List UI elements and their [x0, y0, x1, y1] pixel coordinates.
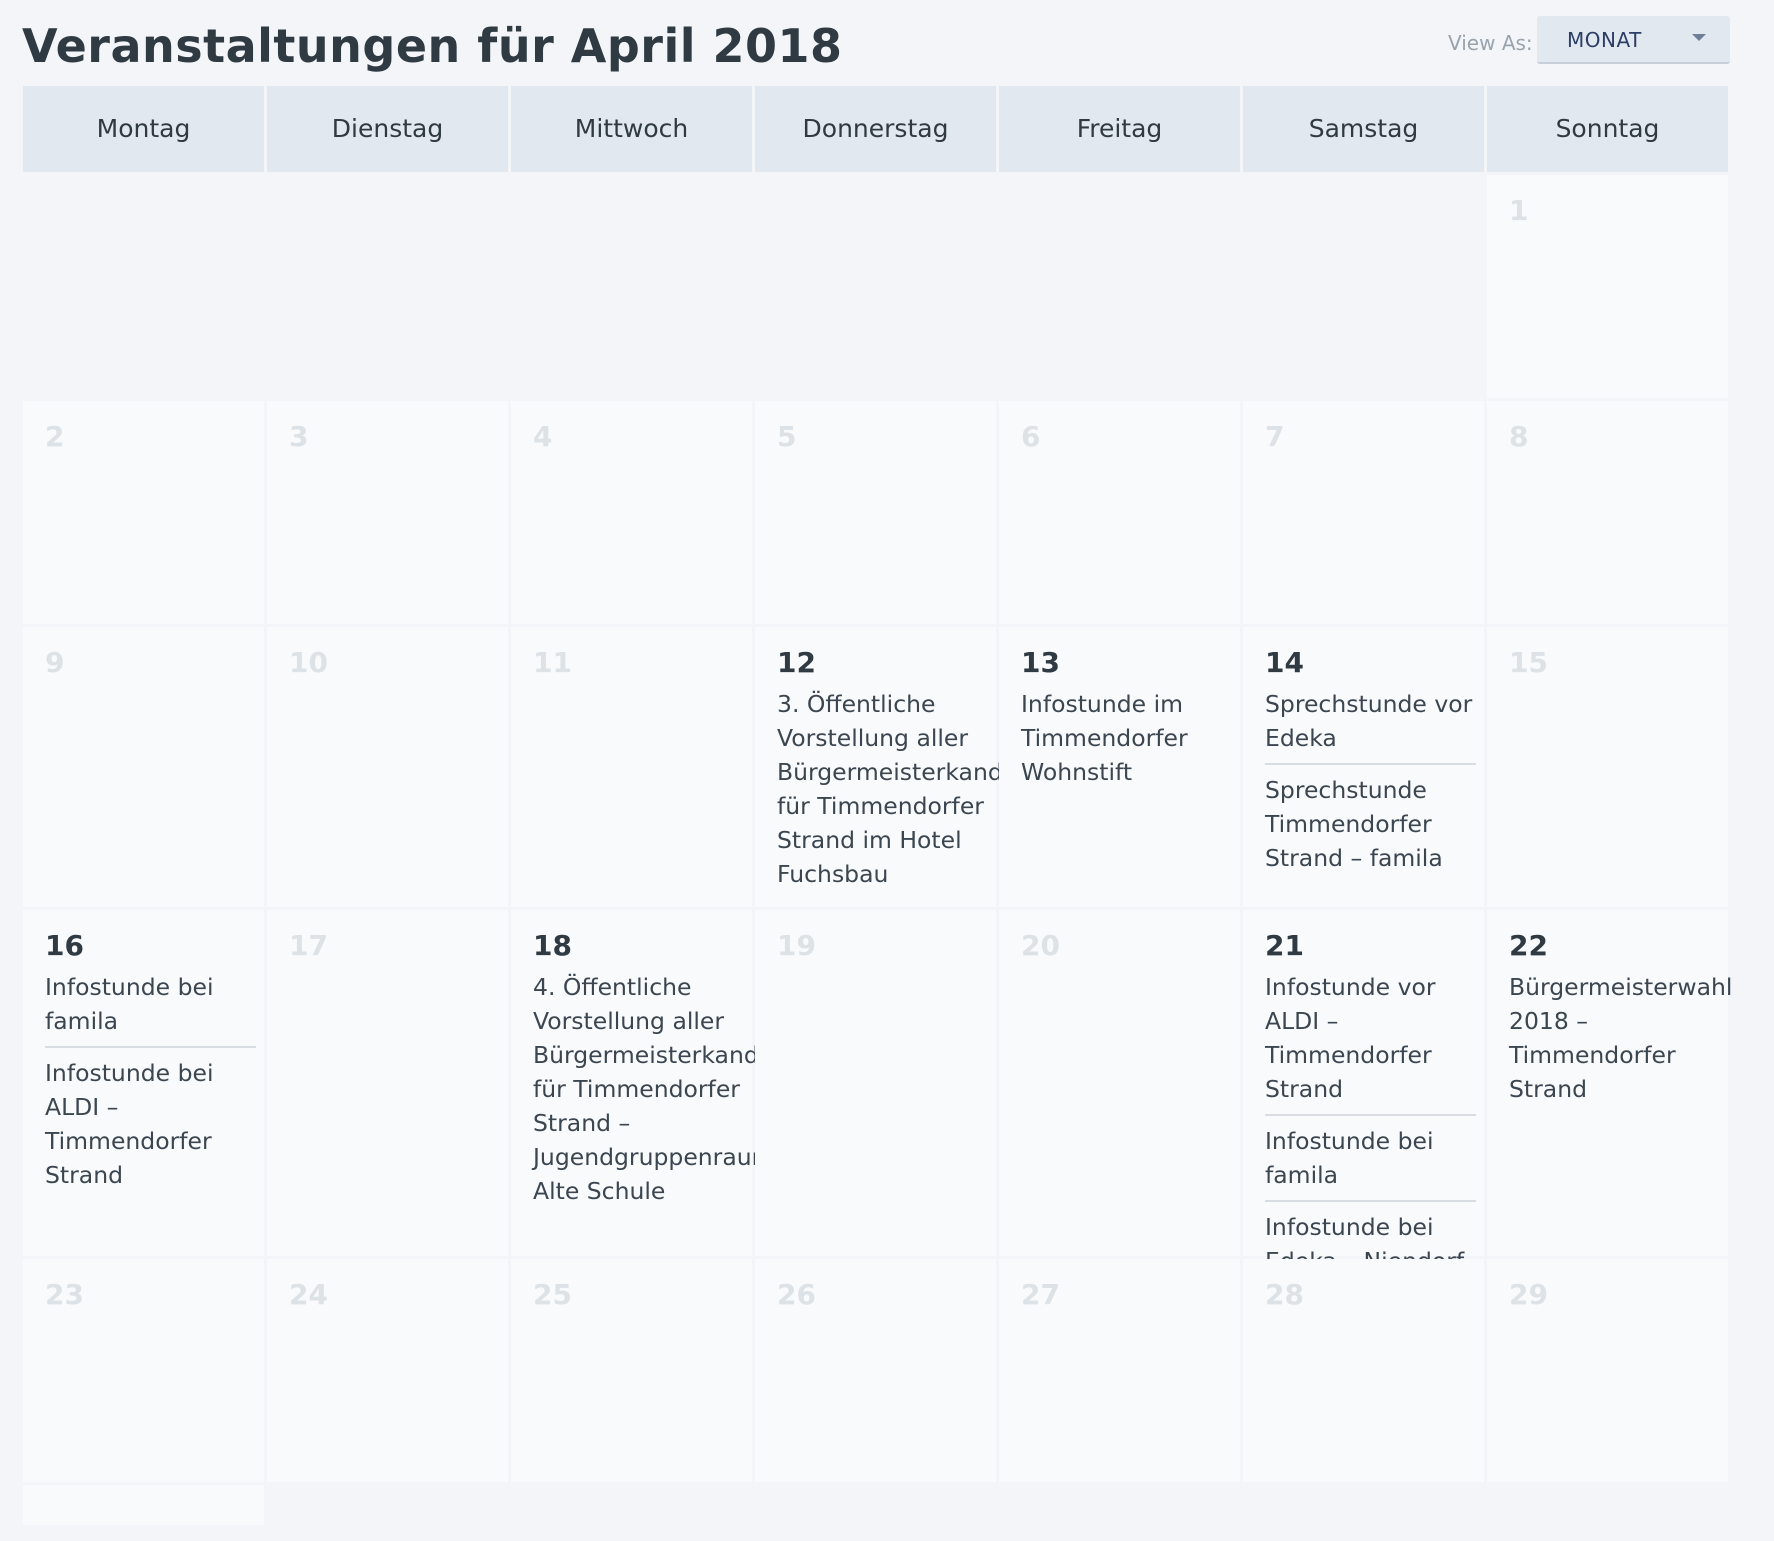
day-cell[interactable] [23, 1485, 264, 1525]
day-cell-27[interactable]: 27 [999, 1259, 1240, 1482]
weekday-freitag: Freitag [999, 86, 1240, 172]
day-number: 28 [1265, 1278, 1304, 1311]
weekday-donnerstag: Donnerstag [755, 86, 996, 172]
day-number[interactable]: 18 [533, 930, 744, 966]
day-cell-24[interactable]: 24 [267, 1259, 508, 1482]
event-link[interactable]: Infostunde vor ALDI – Timmendorfer Stran… [1265, 970, 1476, 1116]
event-list: Infostunde im Timmendorfer Wohnstift [1021, 687, 1232, 797]
weekday-montag: Montag [23, 86, 264, 172]
day-number[interactable]: 21 [1265, 930, 1476, 966]
day-cell-8[interactable]: 8 [1487, 401, 1728, 624]
day-number: 23 [45, 1278, 84, 1311]
day-number: 1 [1509, 194, 1529, 227]
day-cell-6[interactable]: 6 [999, 401, 1240, 624]
event-link[interactable]: Infostunde bei famila [1265, 1124, 1476, 1202]
day-cell-17[interactable]: 17 [267, 910, 508, 1256]
day-number: 4 [533, 420, 553, 453]
day-number: 19 [777, 929, 816, 962]
day-number: 8 [1509, 420, 1529, 453]
day-cell-10[interactable]: 10 [267, 627, 508, 907]
event-link[interactable]: Bürgermeisterwahl 2018 – Timmendorfer St… [1509, 970, 1732, 1114]
view-as-label: View As: [1448, 31, 1533, 55]
day-number: 7 [1265, 420, 1285, 453]
weekday-mittwoch: Mittwoch [511, 86, 752, 172]
day-number: 5 [777, 420, 797, 453]
day-cell-13[interactable]: 13 Infostunde im Timmendorfer Wohnstift [999, 627, 1240, 907]
day-number: 2 [45, 420, 65, 453]
weekday-header-row: Montag Dienstag Mittwoch Donnerstag Frei… [23, 86, 1731, 172]
event-list: Infostunde vor ALDI – Timmendorfer Stran… [1265, 970, 1476, 1286]
day-cell-21[interactable]: 21 Infostunde vor ALDI – Timmendorfer Str… [1243, 910, 1484, 1275]
event-link[interactable]: Sprechstunde Timmendorfer Strand – famil… [1265, 773, 1476, 883]
day-cell-18[interactable]: 18 4. Öffentliche Vorstellung aller Bürge… [511, 910, 833, 1256]
event-list: Bürgermeisterwahl 2018 – Timmendorfer St… [1509, 970, 1732, 1114]
day-number [45, 1505, 256, 1541]
day-cell-28[interactable]: 28 [1243, 1259, 1484, 1482]
day-number: 9 [45, 646, 65, 679]
day-number: 27 [1021, 1278, 1060, 1311]
day-number: 25 [533, 1278, 572, 1311]
day-cell-19[interactable]: 19 [755, 910, 996, 1256]
day-cell-2[interactable]: 2 [23, 401, 264, 624]
day-number: 26 [777, 1278, 816, 1311]
day-cell-14[interactable]: 14 Sprechstunde vor Edeka Sprechstunde Tim… [1243, 627, 1484, 907]
chevron-down-icon [1692, 34, 1706, 41]
event-list: 4. Öffentliche Vorstellung aller Bürgerm… [533, 970, 833, 1216]
day-number[interactable]: 16 [45, 930, 256, 966]
day-number[interactable]: 14 [1265, 647, 1476, 683]
day-cell-5[interactable]: 5 [755, 401, 996, 624]
day-cell-16[interactable]: 16 Infostunde bei famila Infostunde bei AL… [23, 910, 264, 1256]
day-cell-3[interactable]: 3 [267, 401, 508, 624]
view-select-value: MONAT [1567, 28, 1642, 52]
day-cell-22[interactable]: 22 Bürgermeisterwahl 2018 – Timmendorfer … [1487, 910, 1732, 1256]
day-cell-4[interactable]: 4 [511, 401, 752, 624]
day-number: 29 [1509, 1278, 1548, 1311]
event-link[interactable]: Infostunde bei ALDI – Timmendorfer Stran… [45, 1056, 256, 1200]
weekday-dienstag: Dienstag [267, 86, 508, 172]
view-select-dropdown[interactable]: MONAT [1537, 16, 1730, 64]
day-number: 24 [289, 1278, 328, 1311]
day-number: 15 [1509, 646, 1548, 679]
day-number: 11 [533, 646, 572, 679]
event-list: Sprechstunde vor Edeka Sprechstunde Timme… [1265, 687, 1476, 883]
day-number: 20 [1021, 929, 1060, 962]
day-cell-29[interactable]: 29 [1487, 1259, 1728, 1482]
day-cell-25[interactable]: 25 [511, 1259, 752, 1482]
day-cell-20[interactable]: 20 [999, 910, 1240, 1256]
day-cell-1[interactable]: 1 [1487, 175, 1728, 398]
day-number: 10 [289, 646, 328, 679]
day-cell-9[interactable]: 9 [23, 627, 264, 907]
day-number[interactable]: 12 [777, 647, 988, 683]
weekday-samstag: Samstag [1243, 86, 1484, 172]
day-number: 3 [289, 420, 309, 453]
day-number[interactable]: 22 [1509, 930, 1720, 966]
day-cell-23[interactable]: 23 [23, 1259, 264, 1482]
day-number: 6 [1021, 420, 1041, 453]
event-list: 3. Öffentliche Vorstellung aller Bürgerm… [777, 687, 1077, 899]
day-cell-12[interactable]: 12 3. Öffentliche Vorstellung aller Bürge… [755, 627, 1077, 907]
calendar-grid: 1 2 3 4 5 6 7 8 9 10 11 12 3. Öffentliche Vorstellun… [23, 175, 1732, 1525]
weekday-sonntag: Sonntag [1487, 86, 1728, 172]
day-cell-11[interactable]: 11 [511, 627, 752, 907]
day-number[interactable]: 13 [1021, 647, 1232, 683]
day-cell-26[interactable]: 26 [755, 1259, 996, 1482]
event-link[interactable]: Sprechstunde vor Edeka [1265, 687, 1476, 765]
event-link[interactable]: Infostunde im Timmendorfer Wohnstift [1021, 687, 1232, 797]
event-link[interactable]: Infostunde bei famila [45, 970, 256, 1048]
day-cell-15[interactable]: 15 [1487, 627, 1728, 907]
day-cell-7[interactable]: 7 [1243, 401, 1484, 624]
day-number: 17 [289, 929, 328, 962]
page-title: Veranstaltungen für April 2018 [22, 19, 843, 73]
event-list: Infostunde bei famila Infostunde bei ALDI… [45, 970, 256, 1200]
